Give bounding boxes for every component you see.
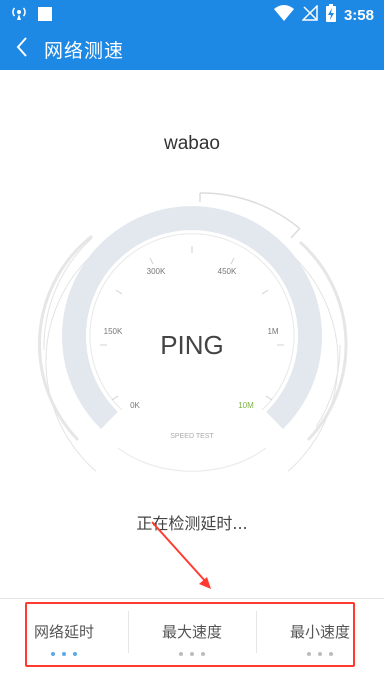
page-indicator xyxy=(179,652,205,656)
page-indicator xyxy=(51,652,77,656)
tab-min-speed[interactable]: 最小速度 xyxy=(256,599,384,666)
indicator-dot xyxy=(179,652,183,656)
page-indicator xyxy=(307,652,333,656)
tab-label: 最小速度 xyxy=(289,623,350,641)
tab-label: 最大速度 xyxy=(161,623,222,641)
bottom-tabs: 网络延时 最大速度 最小速度 xyxy=(0,598,384,666)
indicator-dot xyxy=(329,652,333,656)
indicator-dot xyxy=(307,652,311,656)
annotation-arrow xyxy=(151,521,211,589)
indicator-dot xyxy=(201,652,205,656)
indicator-dot xyxy=(51,652,55,656)
indicator-dot xyxy=(62,652,66,656)
indicator-dot xyxy=(73,652,77,656)
tab-label: 网络延时 xyxy=(33,623,94,641)
indicator-dot xyxy=(318,652,322,656)
indicator-dot xyxy=(190,652,194,656)
tab-latency[interactable]: 网络延时 xyxy=(0,599,128,666)
tab-max-speed[interactable]: 最大速度 xyxy=(128,599,256,666)
